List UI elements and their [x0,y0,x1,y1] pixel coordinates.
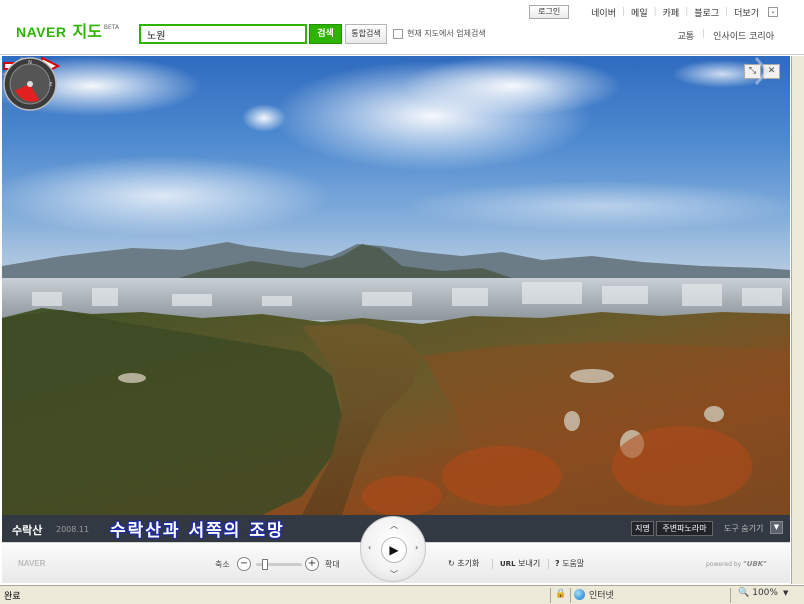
zone-label: 인터넷 [589,591,614,601]
compass-icon[interactable]: N E [2,56,58,112]
pan-left-icon[interactable]: ‹ [368,543,371,552]
cloud [402,181,790,231]
zoom-in-button[interactable]: + [305,557,319,571]
search-input[interactable] [139,24,307,44]
navigation-pad[interactable]: ︿ ﹀ ‹ › ▶ [360,516,426,582]
help-label: 도움말 [562,559,585,568]
cloud [402,56,622,116]
place-date: 2008.11 [56,525,90,534]
sub-nav: 교통 | 인사이드 코리아 [670,29,774,42]
status-text: 완료 [4,592,21,602]
zoom-slider-handle[interactable] [262,559,268,570]
logo-map: 지도 [72,22,102,41]
panorama-view[interactable]: ⤡ ✕ N E [2,56,790,515]
logo-naver: NAVER [16,24,67,40]
magnifier-icon: 🔍 [738,588,750,598]
globe-icon [574,589,585,600]
pan-down-icon[interactable]: ﹀ [390,569,398,580]
window-scroll-edge [791,56,804,584]
nearby-panorama-button[interactable]: 주변파노라마 [656,521,713,536]
nav-divider: | [653,7,657,17]
browser-status-bar: 완료 🔒 인터넷 🔍 100% ▼ [0,585,804,604]
control-divider [548,559,549,569]
refresh-icon: ↻ [448,559,455,568]
chevron-down-icon[interactable]: ▼ [770,521,783,534]
zoom-out-label: 축소 [215,560,230,569]
send-url-label: 보내기 [518,559,541,568]
nav-link-traffic[interactable]: 교통 [678,29,695,42]
lock-icon: 🔒 [555,589,567,599]
business-search-option[interactable]: 현재 지도에서 업체검색 [393,28,486,39]
nav-divider: | [685,7,689,17]
svg-text:E: E [49,82,52,88]
hide-tools-label[interactable]: 도구 숨기기 [724,523,763,534]
help-button[interactable]: ? 도움말 [555,558,584,569]
zoom-in-label: 확대 [325,560,340,569]
powered-by-label: powered by [706,561,742,568]
nav-link-more[interactable]: 더보기 [734,6,759,19]
zoom-level: 100% [752,588,778,598]
business-search-label: 현재 지도에서 업체검색 [407,29,486,38]
status-divider [550,588,551,603]
page-header: NAVER 지도 BETA 검색 통합검색 현재 지도에서 업체검색 로그인 네… [0,0,804,55]
pan-up-icon[interactable]: ︿ [390,520,398,531]
nav-divider: | [702,29,706,39]
place-name-toggle-button[interactable]: 지명 [631,521,654,536]
cloud [2,156,332,236]
business-search-checkbox[interactable] [393,28,403,39]
search-button[interactable]: 검색 [309,24,342,44]
help-icon: ? [555,559,560,568]
nav-link-blog[interactable]: 블로그 [694,6,719,19]
powered-by-brand: "UBK" [743,560,767,568]
nav-link-naver[interactable]: 네이버 [591,6,616,19]
panorama-caption: 수락산과 서쪽의 조망 [110,521,285,541]
naver-footer-logo: NAVER [18,559,46,568]
panorama-image [2,56,790,515]
status-divider [730,588,731,603]
control-divider [492,559,493,569]
nav-link-mail[interactable]: 메일 [631,6,648,19]
logo-beta-badge: BETA [103,24,120,31]
security-zone: 인터넷 [574,588,614,601]
naver-map-logo[interactable]: NAVER 지도 BETA [16,22,120,41]
nav-link-cafe[interactable]: 카페 [663,6,680,19]
play-icon[interactable]: ▶ [381,537,407,563]
powered-by: powered by "UBK" [706,560,767,568]
url-icon: URL [500,560,516,568]
chevron-down-icon[interactable]: ▼ [783,589,788,597]
status-divider [570,588,571,603]
place-name: 수락산 [12,524,43,537]
nav-link-inside-korea[interactable]: 인사이드 코리아 [713,29,774,42]
pan-right-icon[interactable]: › [415,543,418,552]
zoom-control[interactable]: 🔍 100% ▼ [738,588,788,598]
chevron-down-icon[interactable]: ⌄ [768,7,778,17]
cloud [242,104,286,132]
zoom-out-button[interactable]: − [237,557,251,571]
nav-divider: | [622,7,626,17]
reset-button[interactable]: ↻ 초기화 [448,558,479,569]
unified-search-button[interactable]: 통합검색 [345,24,387,44]
svg-text:N: N [28,60,32,66]
reset-label: 초기화 [457,559,480,568]
login-button[interactable]: 로그인 [529,5,570,19]
nav-divider: | [725,7,729,17]
pan-right-icon[interactable] [754,56,770,86]
send-url-button[interactable]: URL 보내기 [500,558,540,569]
top-nav: 로그인 네이버 | 메일 | 카페 | 블로그 | 더보기 ⌄ [529,5,778,19]
